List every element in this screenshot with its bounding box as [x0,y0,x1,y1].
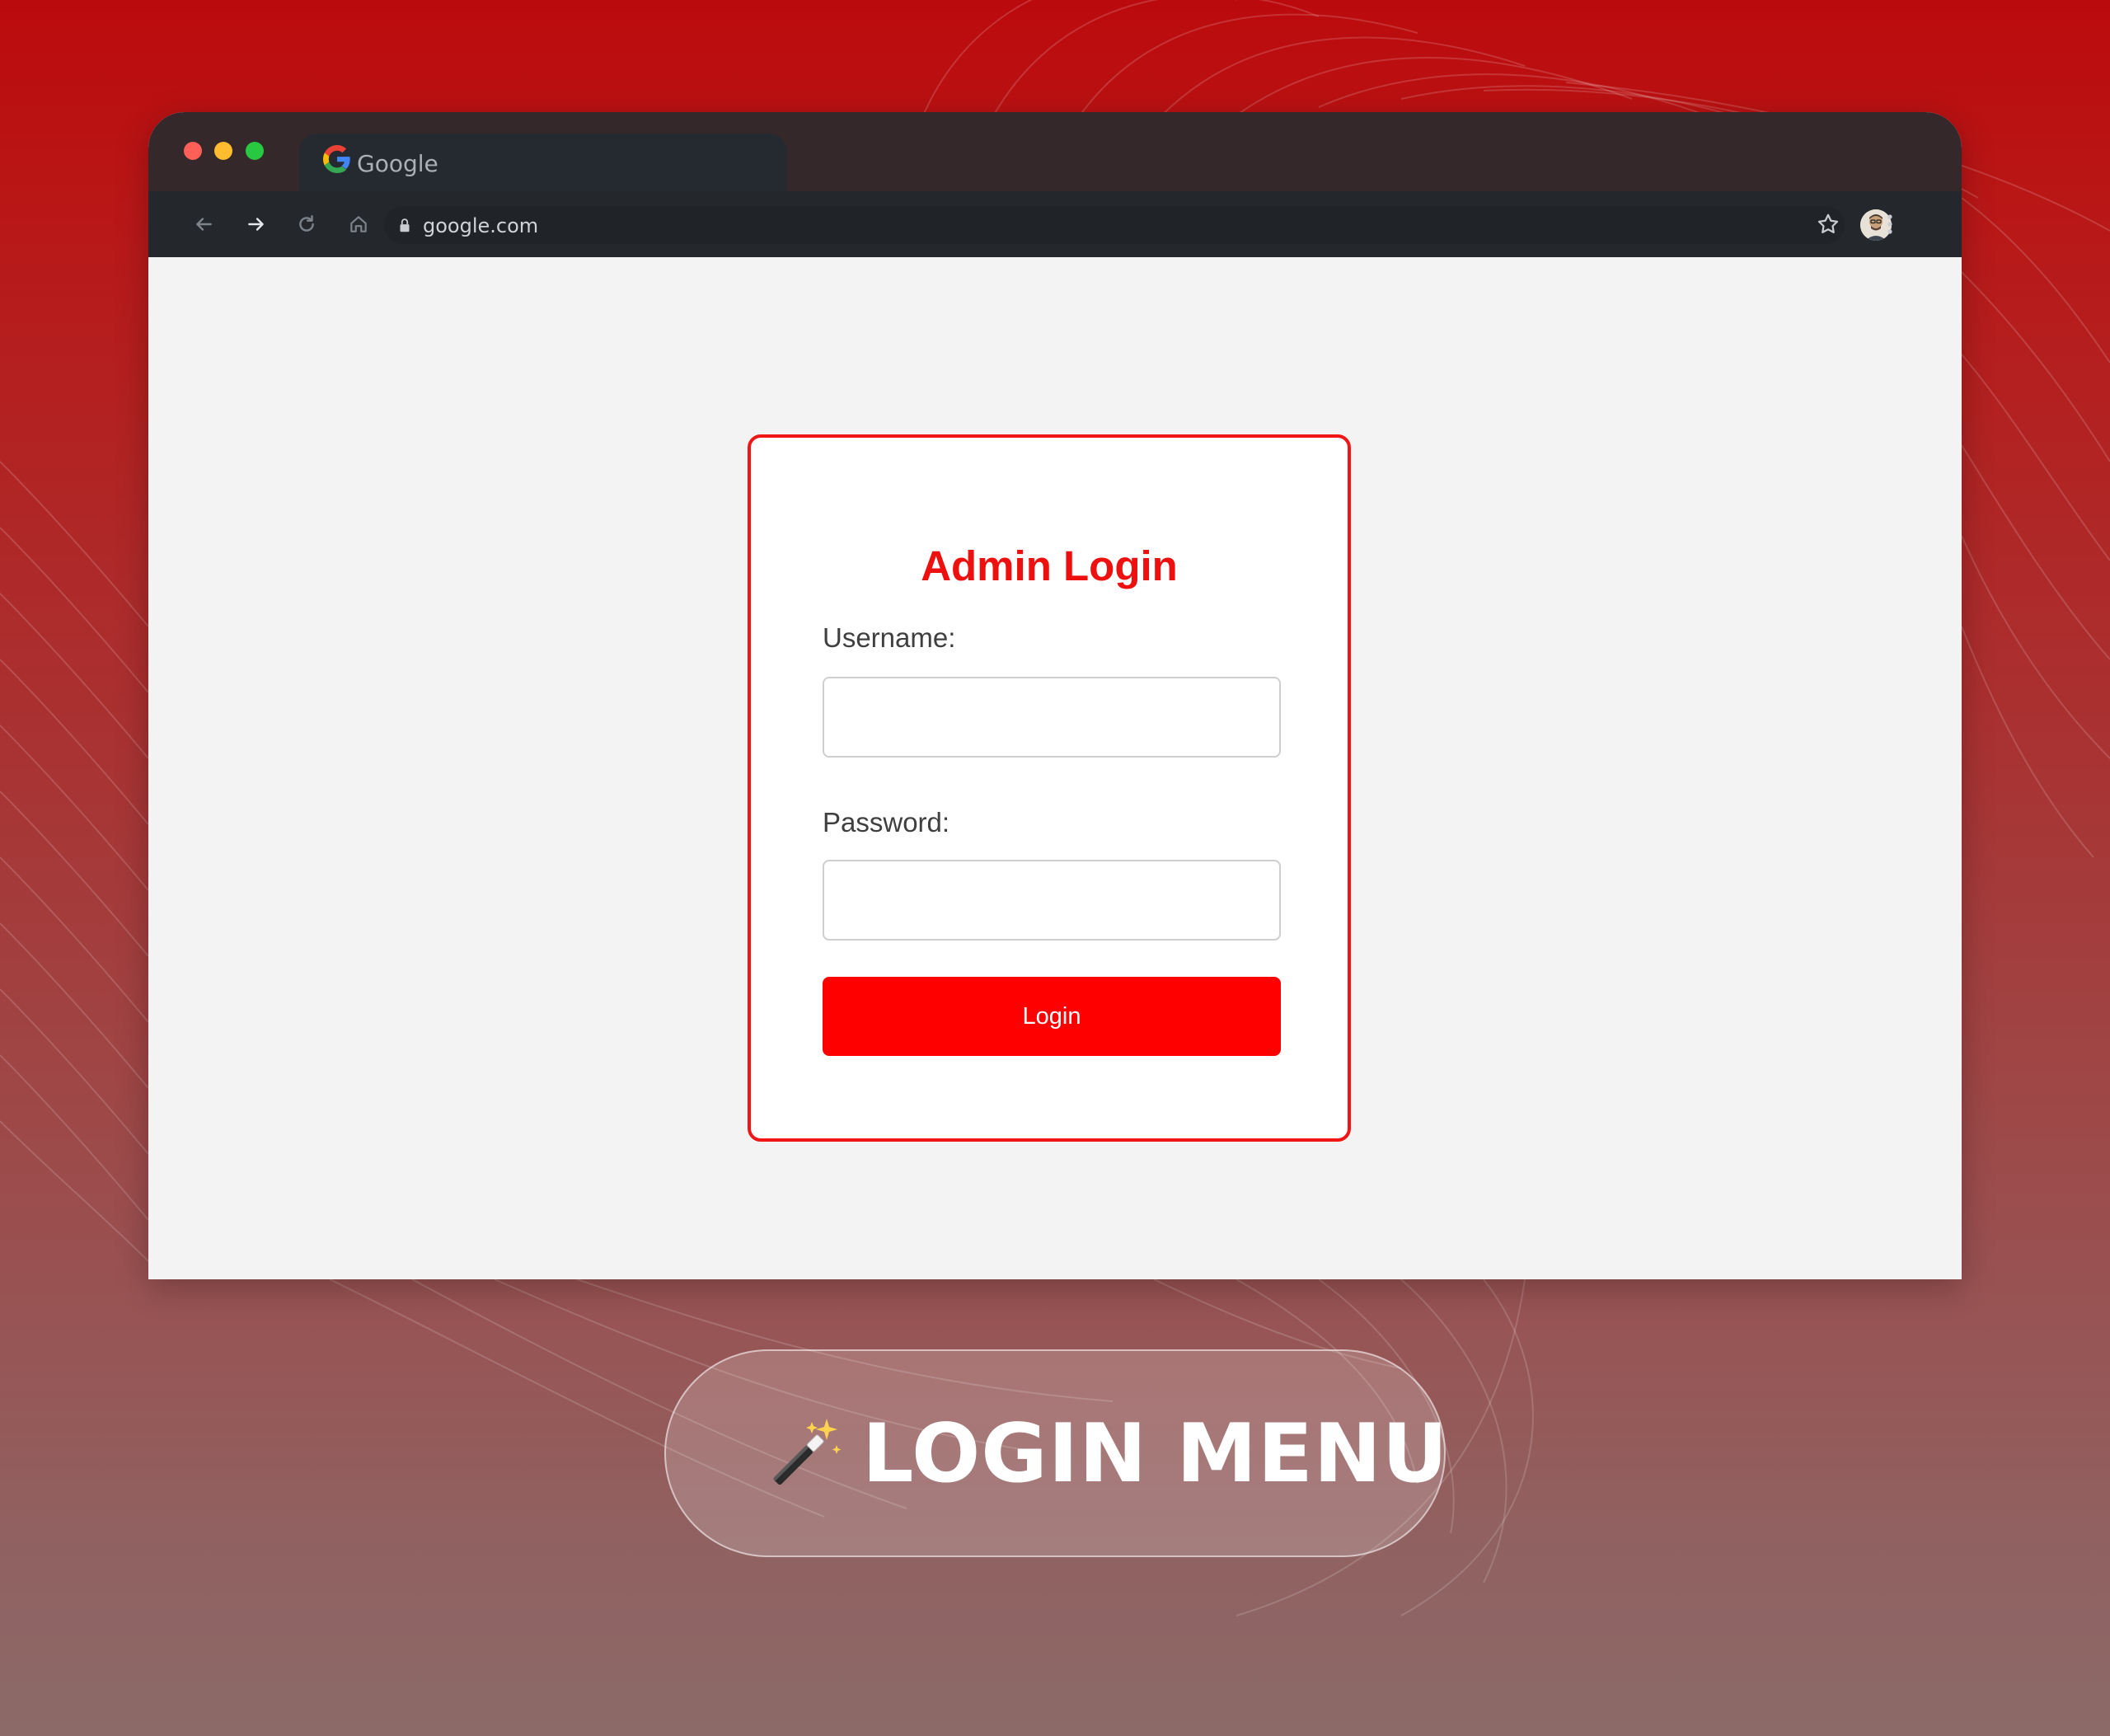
reload-icon[interactable] [290,208,323,241]
login-card: Admin Login Username: Password: Login [748,434,1351,1142]
banner-label: LOGIN MENU [862,1407,1449,1501]
magic-wand-icon [773,1419,842,1485]
forward-arrow-icon[interactable] [240,208,273,241]
tab-title: Google [357,150,438,177]
close-window-icon[interactable] [184,142,202,160]
maximize-window-icon[interactable] [246,142,264,160]
password-label: Password: [823,807,950,838]
page-content: Admin Login Username: Password: Login [148,257,1962,1279]
address-bar[interactable] [384,206,1845,244]
back-arrow-icon[interactable] [187,208,220,241]
more-options-icon[interactable] [1873,208,1906,241]
bookmark-star-icon[interactable] [1812,208,1845,241]
minimize-window-icon[interactable] [214,142,232,160]
browser-titlebar: Google [148,112,1962,191]
login-title: Admin Login [921,542,1178,589]
login-button[interactable]: Login [823,977,1281,1056]
home-icon[interactable] [342,208,375,241]
google-logo-icon [323,145,350,173]
browser-window: Google google.com Admin Login Username: … [148,112,1962,1279]
address-bar-url: google.com [423,214,539,237]
password-input[interactable] [823,860,1281,941]
lock-icon [400,218,410,232]
username-label: Username: [823,622,956,653]
login-menu-banner: LOGIN MENU [664,1349,1449,1557]
browser-toolbar: google.com [148,191,1962,257]
username-input[interactable] [823,677,1281,758]
